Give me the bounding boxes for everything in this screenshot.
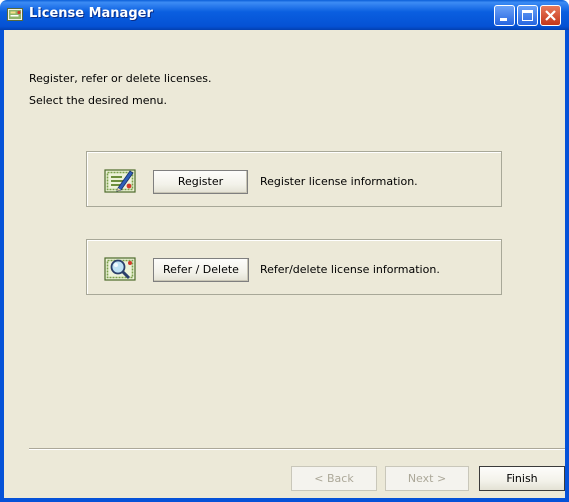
finish-button[interactable]: Finish [479, 466, 565, 491]
minimize-icon [500, 18, 507, 21]
maximize-button[interactable] [517, 5, 538, 26]
refer-delete-option-panel: Refer / Delete Refer/delete license info… [86, 239, 502, 295]
back-button[interactable]: < Back [291, 466, 377, 491]
license-manager-window: License Manager Register, refer or delet… [0, 0, 569, 502]
refer-delete-button[interactable]: Refer / Delete [153, 258, 249, 282]
window-frame-right [565, 30, 569, 502]
intro-text-line-2: Select the desired menu. [29, 94, 167, 107]
footer-separator [29, 448, 565, 450]
refer-delete-description: Refer/delete license information. [260, 263, 440, 276]
next-button[interactable]: Next > [385, 466, 469, 491]
maximize-icon [522, 10, 533, 21]
window-frame-bottom [0, 498, 569, 502]
certificate-magnifier-icon [104, 257, 136, 281]
register-description: Register license information. [260, 175, 418, 188]
certificate-pen-icon [104, 169, 136, 193]
title-bar[interactable]: License Manager [0, 0, 569, 30]
license-manager-app-icon [7, 8, 23, 21]
intro-text-line-1: Register, refer or delete licenses. [29, 72, 212, 85]
close-icon [545, 10, 556, 21]
register-button[interactable]: Register [153, 170, 248, 194]
minimize-button[interactable] [494, 5, 515, 26]
register-option-panel: Register Register license information. [86, 151, 502, 207]
window-title: License Manager [29, 6, 153, 21]
close-button[interactable] [540, 5, 561, 26]
